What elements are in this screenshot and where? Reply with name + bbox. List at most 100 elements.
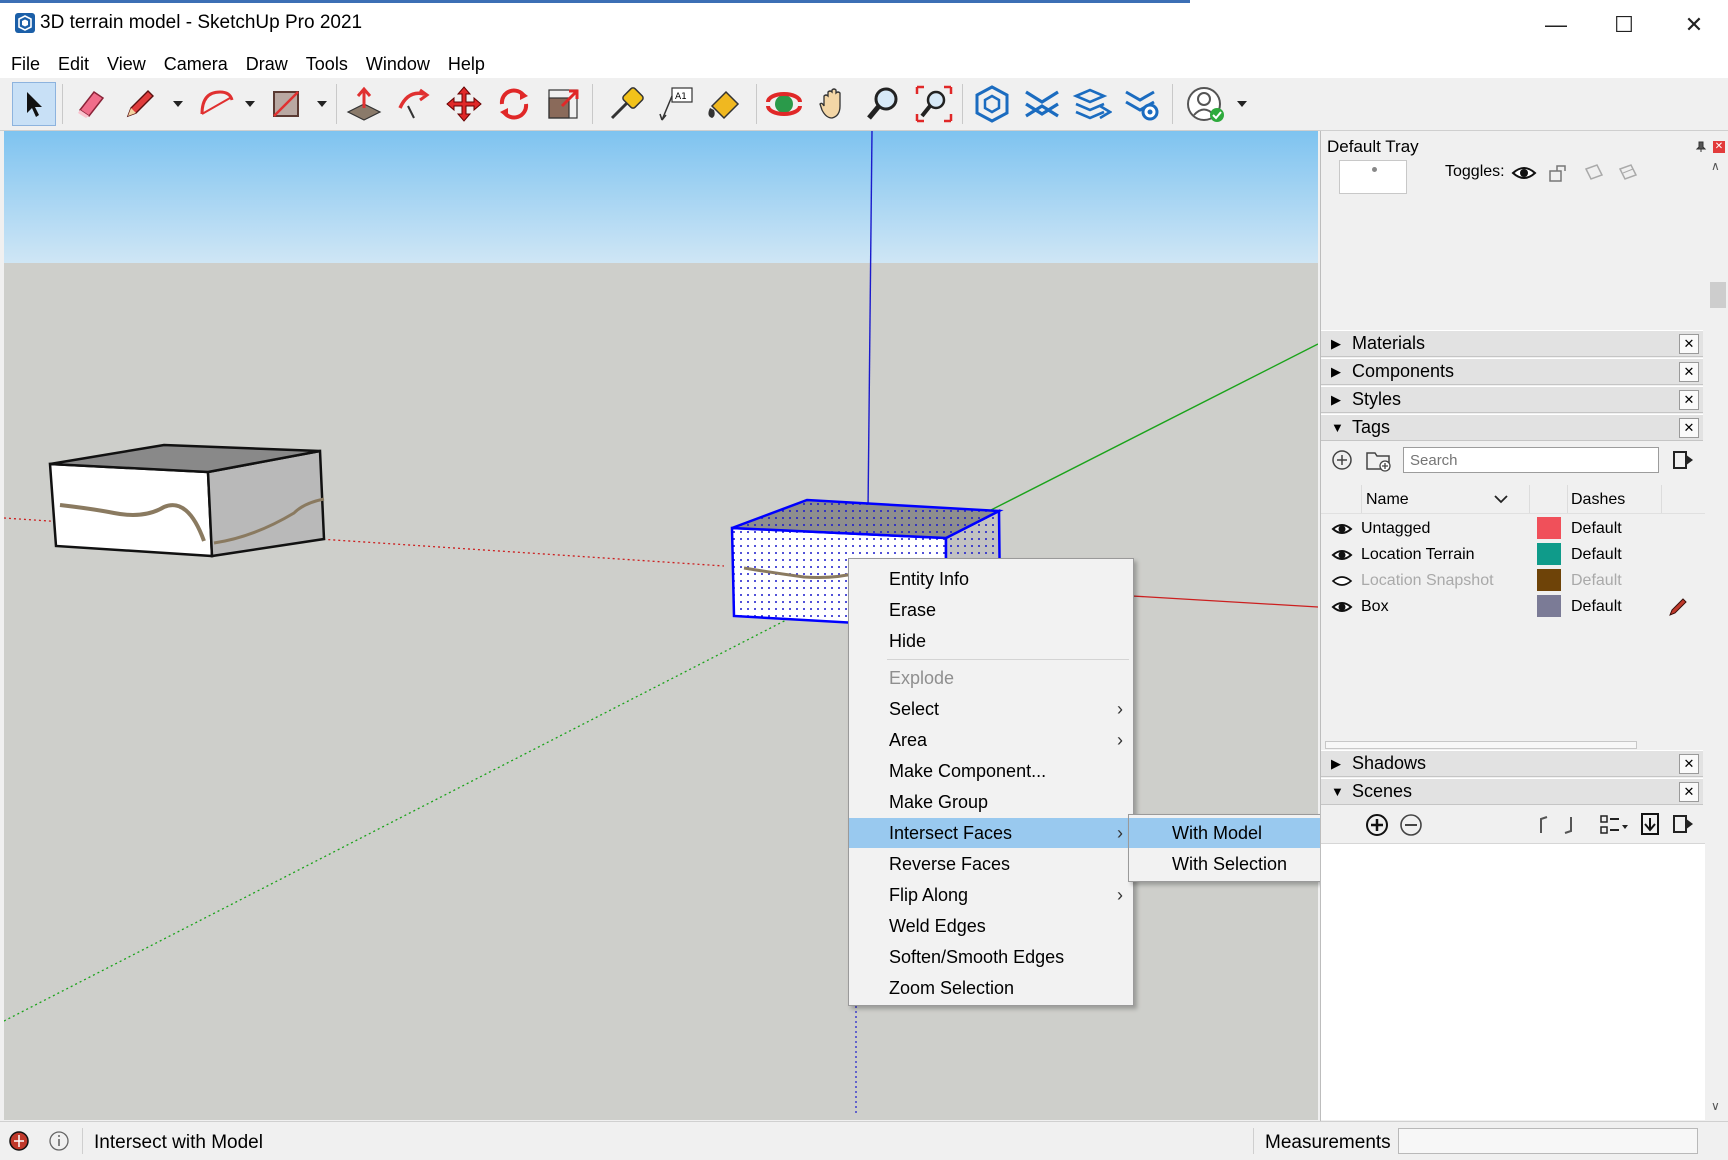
- select-tool-button[interactable]: [12, 82, 56, 126]
- lock-toggle-icon[interactable]: [1547, 163, 1569, 183]
- ctx-area[interactable]: Area ›: [849, 725, 1133, 755]
- tag-name[interactable]: Untagged: [1361, 520, 1430, 538]
- rotate-tool-button[interactable]: [492, 82, 536, 126]
- tag-row-box[interactable]: Box Default: [1321, 594, 1701, 620]
- ctx-make-component[interactable]: Make Component...: [849, 756, 1133, 786]
- scenes-list[interactable]: [1321, 843, 1705, 1120]
- maximize-button[interactable]: ☐: [1596, 8, 1652, 42]
- close-icon[interactable]: ✕: [1679, 782, 1699, 802]
- 3d-warehouse-button[interactable]: [970, 82, 1014, 126]
- ctx-select[interactable]: Select ›: [849, 694, 1133, 724]
- menu-window[interactable]: Window: [357, 54, 439, 75]
- follow-me-tool-button[interactable]: [392, 82, 436, 126]
- ctx-entity-info[interactable]: Entity Info: [849, 564, 1133, 594]
- details-arrow-icon[interactable]: [1671, 449, 1695, 471]
- submenu-with-selection[interactable]: With Selection: [1129, 849, 1351, 879]
- tag-dashes[interactable]: Default: [1571, 546, 1622, 564]
- tag-dashes[interactable]: Default: [1571, 598, 1622, 616]
- zoom-tool-button[interactable]: [862, 82, 906, 126]
- ctx-weld-edges[interactable]: Weld Edges: [849, 911, 1133, 941]
- menu-draw[interactable]: Draw: [237, 54, 297, 75]
- pan-tool-button[interactable]: [812, 82, 856, 126]
- tag-name[interactable]: Box: [1361, 598, 1389, 616]
- send-to-layout-button[interactable]: [1070, 82, 1114, 126]
- add-tag-folder-icon[interactable]: [1365, 447, 1393, 473]
- tray-scrollbar-thumb[interactable]: [1710, 282, 1726, 308]
- panel-scenes[interactable]: ▼ Scenes ✕: [1321, 778, 1703, 805]
- pin-icon[interactable]: [1695, 141, 1707, 153]
- close-icon[interactable]: ✕: [1679, 362, 1699, 382]
- update-scene-icon[interactable]: [1639, 811, 1661, 837]
- panel-materials[interactable]: ▶ Materials ✕: [1321, 330, 1703, 357]
- add-scene-icon[interactable]: [1365, 813, 1389, 837]
- eye-toggle-icon[interactable]: [1511, 163, 1537, 183]
- menu-tools[interactable]: Tools: [297, 54, 357, 75]
- layer-toggle-icon[interactable]: [1583, 163, 1605, 183]
- remove-scene-icon[interactable]: [1399, 813, 1423, 837]
- measurements-input[interactable]: [1398, 1128, 1698, 1154]
- close-icon[interactable]: ✕: [1679, 334, 1699, 354]
- move-tool-button[interactable]: [442, 82, 486, 126]
- view-options-icon[interactable]: [1599, 813, 1631, 837]
- geolocation-icon[interactable]: [8, 1130, 30, 1152]
- ctx-flip-along[interactable]: Flip Along ›: [849, 880, 1133, 910]
- extension-warehouse-button[interactable]: [1020, 82, 1064, 126]
- tags-hscrollbar[interactable]: [1325, 741, 1637, 749]
- tape-measure-tool-button[interactable]: [604, 82, 648, 126]
- menu-file[interactable]: File: [0, 54, 49, 75]
- add-tag-icon[interactable]: [1331, 449, 1353, 471]
- ctx-explode[interactable]: Explode: [849, 663, 1133, 693]
- panel-styles[interactable]: ▶ Styles ✕: [1321, 386, 1703, 413]
- panel-components[interactable]: ▶ Components ✕: [1321, 358, 1703, 385]
- close-icon[interactable]: ✕: [1679, 418, 1699, 438]
- menu-view[interactable]: View: [98, 54, 155, 75]
- tag-color-swatch[interactable]: [1537, 569, 1561, 591]
- rectangle-tool-button[interactable]: [264, 82, 308, 126]
- visible-eye-icon[interactable]: [1331, 519, 1353, 539]
- hidden-eye-icon[interactable]: [1331, 571, 1353, 591]
- visible-eye-icon[interactable]: [1331, 545, 1353, 565]
- ctx-make-group[interactable]: Make Group: [849, 787, 1133, 817]
- menu-edit[interactable]: Edit: [49, 54, 98, 75]
- tag-dashes[interactable]: Default: [1571, 520, 1622, 538]
- ctx-erase[interactable]: Erase: [849, 595, 1133, 625]
- ctx-hide[interactable]: Hide: [849, 626, 1133, 656]
- col-name-header[interactable]: Name: [1366, 491, 1409, 509]
- chevron-down-icon[interactable]: [316, 98, 328, 110]
- tag-name[interactable]: Location Snapshot: [1361, 572, 1494, 590]
- tag-row-location-snapshot[interactable]: Location Snapshot Default: [1321, 568, 1701, 594]
- line-tool-button[interactable]: [118, 82, 162, 126]
- account-button[interactable]: [1184, 82, 1228, 126]
- col-dashes-header[interactable]: Dashes: [1571, 491, 1625, 509]
- tag-color-swatch[interactable]: [1537, 595, 1561, 617]
- minimize-button[interactable]: —: [1528, 8, 1584, 42]
- layer-toggle-icon[interactable]: [1617, 163, 1639, 183]
- tag-color-swatch[interactable]: [1537, 517, 1561, 539]
- tag-color-swatch[interactable]: [1537, 543, 1561, 565]
- zoom-extents-tool-button[interactable]: [912, 82, 956, 126]
- push-pull-tool-button[interactable]: [342, 82, 386, 126]
- tag-name[interactable]: Location Terrain: [1361, 546, 1475, 564]
- tray-scrollbar[interactable]: ∧ ∨: [1707, 155, 1727, 1121]
- visible-eye-icon[interactable]: [1331, 597, 1353, 617]
- tag-row-location-terrain[interactable]: Location Terrain Default: [1321, 542, 1701, 568]
- eraser-tool-button[interactable]: [68, 82, 112, 126]
- panel-tags[interactable]: ▼ Tags ✕: [1321, 414, 1703, 441]
- ctx-zoom-selection[interactable]: Zoom Selection: [849, 973, 1133, 1003]
- active-tag-pencil-icon[interactable]: [1667, 596, 1689, 618]
- orbit-tool-button[interactable]: [762, 82, 806, 126]
- extension-manager-button[interactable]: [1120, 82, 1164, 126]
- paint-bucket-tool-button[interactable]: [702, 82, 746, 126]
- text-tool-button[interactable]: A1: [654, 82, 698, 126]
- ctx-reverse-faces[interactable]: Reverse Faces: [849, 849, 1133, 879]
- ctx-intersect-faces[interactable]: Intersect Faces ›: [849, 818, 1133, 848]
- tag-search-input[interactable]: [1403, 447, 1659, 473]
- move-scene-down-icon[interactable]: [1561, 813, 1581, 837]
- chevron-down-icon[interactable]: [172, 98, 184, 110]
- ctx-soften-smooth-edges[interactable]: Soften/Smooth Edges: [849, 942, 1133, 972]
- tag-dashes[interactable]: Default: [1571, 572, 1622, 590]
- chevron-down-icon[interactable]: [1236, 98, 1248, 110]
- tag-row-untagged[interactable]: Untagged Default: [1321, 516, 1701, 542]
- close-icon[interactable]: ✕: [1679, 390, 1699, 410]
- sketchup-app-icon[interactable]: [14, 12, 36, 34]
